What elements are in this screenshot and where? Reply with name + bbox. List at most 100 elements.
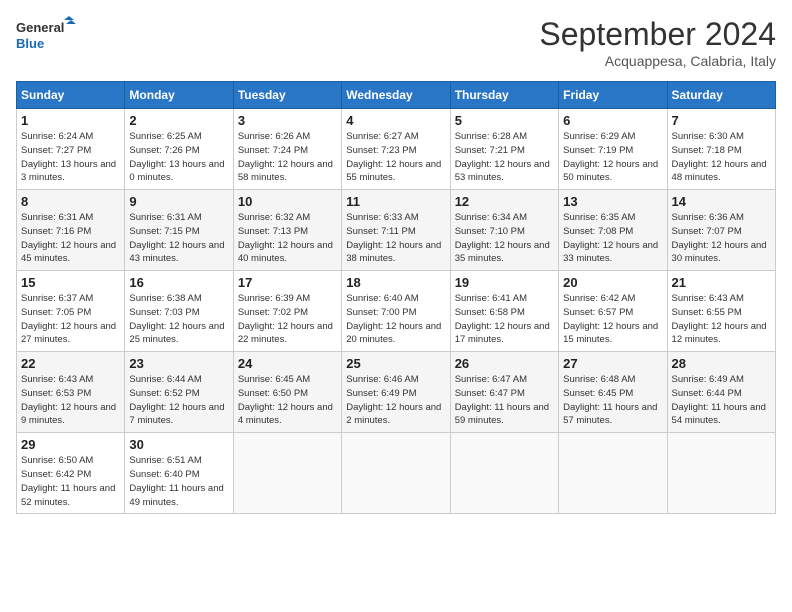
sunrise-label: Sunrise: 6:42 AM <box>563 293 635 304</box>
sunrise-label: Sunrise: 6:33 AM <box>346 212 418 223</box>
sunset-label: Sunset: 7:27 PM <box>21 145 91 156</box>
day-detail: Sunrise: 6:43 AM Sunset: 6:55 PM Dayligh… <box>672 292 771 347</box>
sunset-label: Sunset: 6:55 PM <box>672 307 742 318</box>
sunset-label: Sunset: 7:16 PM <box>21 226 91 237</box>
sunrise-label: Sunrise: 6:50 AM <box>21 455 93 466</box>
sunset-label: Sunset: 7:08 PM <box>563 226 633 237</box>
day-detail: Sunrise: 6:42 AM Sunset: 6:57 PM Dayligh… <box>563 292 662 347</box>
sunset-label: Sunset: 6:52 PM <box>129 388 199 399</box>
day-number: 20 <box>563 275 662 290</box>
calendar-cell: 14 Sunrise: 6:36 AM Sunset: 7:07 PM Dayl… <box>667 190 775 271</box>
day-number: 23 <box>129 356 228 371</box>
sunrise-label: Sunrise: 6:32 AM <box>238 212 310 223</box>
calendar-cell: 10 Sunrise: 6:32 AM Sunset: 7:13 PM Dayl… <box>233 190 341 271</box>
header-friday: Friday <box>559 82 667 109</box>
sunrise-label: Sunrise: 6:35 AM <box>563 212 635 223</box>
calendar-cell: 6 Sunrise: 6:29 AM Sunset: 7:19 PM Dayli… <box>559 109 667 190</box>
daylight-label: Daylight: 12 hours and 48 minutes. <box>672 159 767 184</box>
logo-svg: General Blue <box>16 16 76 60</box>
calendar-header: Sunday Monday Tuesday Wednesday Thursday… <box>17 82 776 109</box>
daylight-label: Daylight: 12 hours and 22 minutes. <box>238 321 333 346</box>
calendar-cell: 1 Sunrise: 6:24 AM Sunset: 7:27 PM Dayli… <box>17 109 125 190</box>
daylight-label: Daylight: 11 hours and 49 minutes. <box>129 483 223 508</box>
daylight-label: Daylight: 12 hours and 53 minutes. <box>455 159 550 184</box>
daylight-label: Daylight: 12 hours and 50 minutes. <box>563 159 658 184</box>
calendar-cell <box>233 433 341 514</box>
day-number: 26 <box>455 356 554 371</box>
day-number: 11 <box>346 194 445 209</box>
day-number: 9 <box>129 194 228 209</box>
day-detail: Sunrise: 6:51 AM Sunset: 6:40 PM Dayligh… <box>129 454 228 509</box>
sunset-label: Sunset: 7:13 PM <box>238 226 308 237</box>
day-detail: Sunrise: 6:28 AM Sunset: 7:21 PM Dayligh… <box>455 130 554 185</box>
sunset-label: Sunset: 7:05 PM <box>21 307 91 318</box>
day-detail: Sunrise: 6:41 AM Sunset: 6:58 PM Dayligh… <box>455 292 554 347</box>
day-number: 8 <box>21 194 120 209</box>
daylight-label: Daylight: 12 hours and 15 minutes. <box>563 321 658 346</box>
day-number: 17 <box>238 275 337 290</box>
sunrise-label: Sunrise: 6:26 AM <box>238 131 310 142</box>
day-number: 14 <box>672 194 771 209</box>
calendar-week-row: 29 Sunrise: 6:50 AM Sunset: 6:42 PM Dayl… <box>17 433 776 514</box>
day-number: 12 <box>455 194 554 209</box>
calendar-cell: 20 Sunrise: 6:42 AM Sunset: 6:57 PM Dayl… <box>559 271 667 352</box>
day-number: 1 <box>21 113 120 128</box>
sunset-label: Sunset: 6:47 PM <box>455 388 525 399</box>
day-detail: Sunrise: 6:46 AM Sunset: 6:49 PM Dayligh… <box>346 373 445 428</box>
calendar-cell: 23 Sunrise: 6:44 AM Sunset: 6:52 PM Dayl… <box>125 352 233 433</box>
day-detail: Sunrise: 6:43 AM Sunset: 6:53 PM Dayligh… <box>21 373 120 428</box>
sunrise-label: Sunrise: 6:31 AM <box>21 212 93 223</box>
daylight-label: Daylight: 11 hours and 59 minutes. <box>455 402 549 427</box>
sunrise-label: Sunrise: 6:46 AM <box>346 374 418 385</box>
calendar-cell: 28 Sunrise: 6:49 AM Sunset: 6:44 PM Dayl… <box>667 352 775 433</box>
day-number: 21 <box>672 275 771 290</box>
day-number: 18 <box>346 275 445 290</box>
calendar-cell <box>342 433 450 514</box>
sunset-label: Sunset: 7:19 PM <box>563 145 633 156</box>
sunset-label: Sunset: 7:11 PM <box>346 226 416 237</box>
sunrise-label: Sunrise: 6:44 AM <box>129 374 201 385</box>
daylight-label: Daylight: 13 hours and 0 minutes. <box>129 159 224 184</box>
sunset-label: Sunset: 6:45 PM <box>563 388 633 399</box>
sunrise-label: Sunrise: 6:25 AM <box>129 131 201 142</box>
sunset-label: Sunset: 7:18 PM <box>672 145 742 156</box>
calendar-cell: 22 Sunrise: 6:43 AM Sunset: 6:53 PM Dayl… <box>17 352 125 433</box>
sunset-label: Sunset: 7:26 PM <box>129 145 199 156</box>
day-detail: Sunrise: 6:36 AM Sunset: 7:07 PM Dayligh… <box>672 211 771 266</box>
daylight-label: Daylight: 13 hours and 3 minutes. <box>21 159 116 184</box>
calendar-cell: 15 Sunrise: 6:37 AM Sunset: 7:05 PM Dayl… <box>17 271 125 352</box>
calendar-cell: 18 Sunrise: 6:40 AM Sunset: 7:00 PM Dayl… <box>342 271 450 352</box>
day-number: 30 <box>129 437 228 452</box>
day-detail: Sunrise: 6:35 AM Sunset: 7:08 PM Dayligh… <box>563 211 662 266</box>
location-title: Acquappesa, Calabria, Italy <box>539 53 776 69</box>
calendar-cell: 9 Sunrise: 6:31 AM Sunset: 7:15 PM Dayli… <box>125 190 233 271</box>
daylight-label: Daylight: 12 hours and 20 minutes. <box>346 321 441 346</box>
sunrise-label: Sunrise: 6:24 AM <box>21 131 93 142</box>
calendar-week-row: 8 Sunrise: 6:31 AM Sunset: 7:16 PM Dayli… <box>17 190 776 271</box>
header-wednesday: Wednesday <box>342 82 450 109</box>
day-number: 28 <box>672 356 771 371</box>
day-number: 7 <box>672 113 771 128</box>
daylight-label: Daylight: 12 hours and 43 minutes. <box>129 240 224 265</box>
header-monday: Monday <box>125 82 233 109</box>
sunrise-label: Sunrise: 6:41 AM <box>455 293 527 304</box>
sunset-label: Sunset: 7:24 PM <box>238 145 308 156</box>
day-detail: Sunrise: 6:26 AM Sunset: 7:24 PM Dayligh… <box>238 130 337 185</box>
svg-text:General: General <box>16 20 64 35</box>
daylight-label: Daylight: 11 hours and 57 minutes. <box>563 402 657 427</box>
sunset-label: Sunset: 7:21 PM <box>455 145 525 156</box>
daylight-label: Daylight: 12 hours and 12 minutes. <box>672 321 767 346</box>
day-number: 3 <box>238 113 337 128</box>
daylight-label: Daylight: 12 hours and 30 minutes. <box>672 240 767 265</box>
daylight-label: Daylight: 12 hours and 7 minutes. <box>129 402 224 427</box>
sunrise-label: Sunrise: 6:36 AM <box>672 212 744 223</box>
calendar-cell: 29 Sunrise: 6:50 AM Sunset: 6:42 PM Dayl… <box>17 433 125 514</box>
day-number: 24 <box>238 356 337 371</box>
day-detail: Sunrise: 6:31 AM Sunset: 7:16 PM Dayligh… <box>21 211 120 266</box>
day-number: 22 <box>21 356 120 371</box>
sunset-label: Sunset: 6:57 PM <box>563 307 633 318</box>
day-detail: Sunrise: 6:31 AM Sunset: 7:15 PM Dayligh… <box>129 211 228 266</box>
page-header: General Blue September 2024 Acquappesa, … <box>16 16 776 69</box>
sunrise-label: Sunrise: 6:40 AM <box>346 293 418 304</box>
calendar-cell: 25 Sunrise: 6:46 AM Sunset: 6:49 PM Dayl… <box>342 352 450 433</box>
